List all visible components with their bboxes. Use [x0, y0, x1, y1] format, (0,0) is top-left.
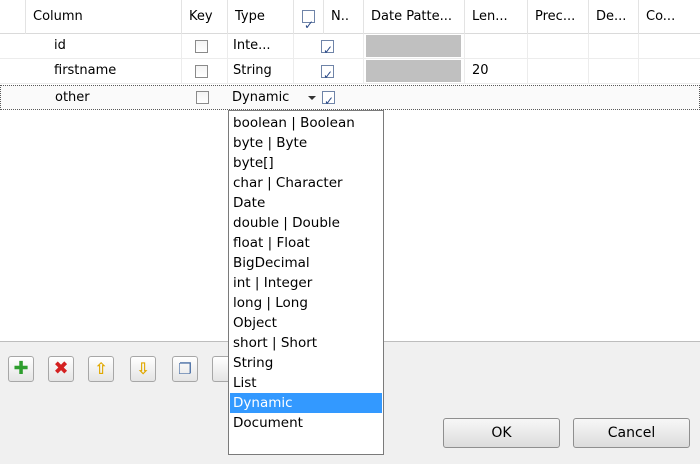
chevron-down-icon[interactable] [308, 96, 316, 100]
length-cell[interactable]: 20 [465, 59, 528, 83]
type-option[interactable]: Object [230, 313, 382, 333]
delete-button[interactable]: ✖ [48, 356, 74, 382]
column-name[interactable]: other [27, 86, 183, 110]
length-cell[interactable] [465, 34, 528, 58]
column-name[interactable]: id [26, 34, 182, 58]
header-date-pattern[interactable]: Date Patte... [364, 0, 465, 34]
column-name[interactable]: firstname [26, 59, 182, 83]
copy-icon: ❐ [178, 360, 192, 378]
move-down-button[interactable]: ⇩ [130, 356, 156, 382]
default-cell[interactable] [589, 59, 639, 83]
move-down-icon: ⇩ [136, 359, 150, 378]
disabled-date-pattern [366, 35, 461, 57]
table-row[interactable]: id Inte... [0, 34, 700, 59]
table-header: Column Key Type N.. Date Patte... Len...… [0, 0, 700, 34]
type-option[interactable]: double | Double [230, 213, 382, 233]
precision-cell[interactable] [528, 34, 589, 58]
add-icon: ✚ [13, 358, 29, 379]
date-pattern-cell[interactable] [364, 59, 465, 83]
nullable-cell[interactable] [294, 34, 364, 58]
type-option[interactable]: BigDecimal [230, 253, 382, 273]
precision-cell[interactable] [528, 59, 589, 83]
header-nullable[interactable]: N.. [324, 0, 364, 34]
disabled-date-pattern [366, 60, 461, 82]
move-up-button[interactable]: ⇧ [88, 356, 114, 382]
type-cell[interactable]: String [228, 59, 294, 83]
key-cell[interactable] [182, 34, 228, 58]
header-length[interactable]: Len... [465, 0, 528, 34]
type-option[interactable]: Document [230, 413, 382, 433]
delete-icon: ✖ [53, 358, 69, 379]
table-row[interactable]: firstname String 20 [0, 59, 700, 84]
header-comment[interactable]: Co... [639, 0, 700, 34]
type-option[interactable]: int | Integer [230, 273, 382, 293]
copy-button[interactable]: ❐ [172, 356, 198, 382]
add-button[interactable]: ✚ [8, 356, 34, 382]
header-type[interactable]: Type [228, 0, 294, 34]
type-combo[interactable]: Dynamic [229, 86, 321, 110]
date-pattern-cell[interactable] [364, 34, 465, 58]
header-nullable-toggle[interactable] [294, 0, 324, 34]
type-option[interactable]: char | Character [230, 173, 382, 193]
select-all-nullable-checkbox[interactable] [302, 8, 315, 34]
key-checkbox[interactable] [196, 91, 209, 104]
type-dropdown-list[interactable]: boolean | Boolean byte | Byte byte[] cha… [228, 110, 384, 455]
type-option[interactable]: String [230, 353, 382, 373]
type-option[interactable]: Date [230, 193, 382, 213]
type-option[interactable]: long | Long [230, 293, 382, 313]
nullable-checkbox[interactable] [321, 38, 334, 58]
type-option[interactable]: byte[] [230, 153, 382, 173]
type-combo-value: Dynamic [232, 90, 290, 105]
type-option[interactable]: float | Float [230, 233, 382, 253]
nullable-checkbox[interactable] [321, 63, 334, 83]
type-option[interactable]: short | Short [230, 333, 382, 353]
key-checkbox[interactable] [195, 40, 208, 53]
type-option[interactable]: boolean | Boolean [230, 113, 382, 133]
header-precision[interactable]: Prec... [528, 0, 589, 34]
key-checkbox[interactable] [195, 65, 208, 78]
nullable-checkbox[interactable] [322, 89, 335, 110]
type-cell[interactable]: Inte... [228, 34, 294, 58]
type-option[interactable]: List [230, 373, 382, 393]
header-default[interactable]: De... [589, 0, 639, 34]
ok-button[interactable]: OK [443, 418, 560, 448]
paste-button[interactable] [212, 356, 228, 382]
key-cell[interactable] [183, 86, 229, 110]
cancel-button[interactable]: Cancel [573, 418, 690, 448]
header-row-selector [0, 0, 26, 34]
type-option[interactable]: byte | Byte [230, 133, 382, 153]
key-cell[interactable] [182, 59, 228, 83]
move-up-icon: ⇧ [94, 359, 108, 378]
header-key[interactable]: Key [182, 0, 228, 34]
nullable-cell[interactable] [294, 59, 364, 83]
type-option-selected[interactable]: Dynamic [230, 393, 382, 413]
nullable-cell[interactable] [319, 86, 343, 110]
header-column[interactable]: Column [26, 0, 182, 34]
table-row-selected[interactable]: other Dynamic [0, 85, 700, 110]
default-cell[interactable] [589, 34, 639, 58]
